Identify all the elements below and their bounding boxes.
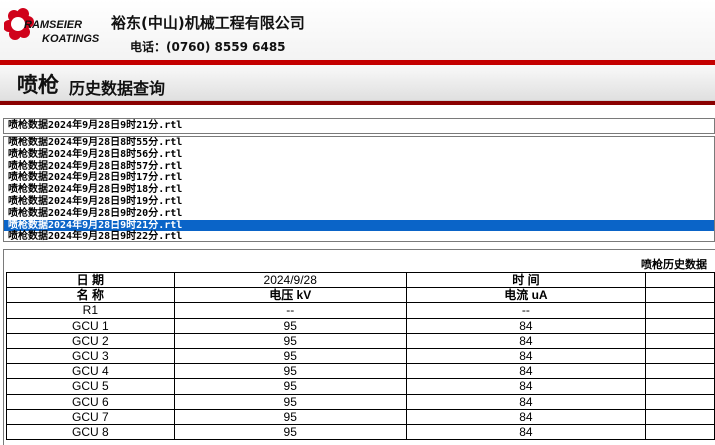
date-value: 2024/9/28 [173,271,407,289]
table-row: GCU 6 95 84 [6,393,715,410]
file-select-current[interactable]: 喷枪数据2024年9月28日9时21分.rtl [3,118,715,134]
row-voltage-cell: 95 [173,408,407,425]
column-header-name: 名 称 [6,287,175,304]
row-current-cell: 84 [405,347,647,365]
row-voltage-cell: 95 [173,393,407,410]
table-row: GCU 7 95 84 [6,408,715,425]
time-label: 时 间 [405,271,647,289]
row-current-cell: 84 [405,363,647,380]
row-voltage-cell: -- [173,302,407,319]
page-subtitle: 历史数据查询 [69,79,166,98]
logo-text-line2: KOATINGS [42,33,100,45]
logo-emblem-icon [4,8,34,40]
file-list-item[interactable]: 喷枪数据2024年9月28日9时17分.rtl [4,172,714,184]
row-name-cell: GCU 6 [6,393,175,410]
row-current-cell: 84 [405,408,647,425]
report-panel: 喷枪历史数据 日 期 2024/9/28 时 间 名 称 电压 kV 电流 uA… [3,249,715,445]
row-current-cell: 84 [405,423,647,441]
title-divider [0,101,715,105]
report-title: 喷枪历史数据 [641,258,707,271]
row-voltage-cell: 95 [173,378,407,395]
company-name: 裕东(中山)机械工程有限公司 [111,14,305,32]
history-data-table: 日 期 2024/9/28 时 间 名 称 电压 kV 电流 uA R1 -- --… [6,271,715,441]
file-list-item[interactable]: 喷枪数据2024年9月28日8时56分.rtl [4,149,714,161]
table-row: GCU 1 95 84 [6,317,715,334]
column-header-extra [645,287,715,304]
row-name-cell: GCU 8 [6,423,175,441]
app-header: RAMSEIER KOATINGS 裕东(中山)机械工程有限公司 电话：(076… [0,0,715,60]
file-list-item[interactable]: 喷枪数据2024年9月28日9时21分.rtl [4,219,714,232]
table-header-row: 名 称 电压 kV 电流 uA [6,287,715,304]
row-extra-cell [645,302,715,319]
column-header-voltage: 电压 kV [173,287,407,304]
page-title-bar: 喷枪 历史数据查询 [0,65,715,101]
row-name-cell: GCU 3 [6,347,175,365]
row-voltage-cell: 95 [173,363,407,380]
table-date-row: 日 期 2024/9/28 时 间 [6,271,715,289]
row-name-cell: GCU 4 [6,363,175,380]
row-extra-cell [645,347,715,365]
logo-text-line1: RAMSEIER [24,19,83,31]
row-extra-cell [645,332,715,349]
row-current-cell: 84 [405,378,647,395]
row-extra-cell [645,393,715,410]
row-voltage-cell: 95 [173,423,407,441]
row-voltage-cell: 95 [173,317,407,334]
row-voltage-cell: 95 [173,332,407,349]
row-extra-cell [645,408,715,425]
row-current-cell: 84 [405,393,647,410]
row-current-cell: 84 [405,317,647,334]
table-row: GCU 3 95 84 [6,347,715,365]
table-row: GCU 5 95 84 [6,378,715,395]
date-label: 日 期 [6,271,175,289]
table-row: GCU 4 95 84 [6,363,715,380]
time-value [645,271,715,289]
file-list-item[interactable]: 喷枪数据2024年9月28日9时18分.rtl [4,184,714,196]
row-extra-cell [645,317,715,334]
row-name-cell: GCU 1 [6,317,175,334]
row-name-cell: GCU 5 [6,378,175,395]
file-listbox[interactable]: 喷枪数据2024年9月28日8时55分.rtl 喷枪数据2024年9月28日8时5… [3,136,715,242]
file-list-item[interactable]: 喷枪数据2024年9月28日8时57分.rtl [4,161,714,173]
file-list-item[interactable]: 喷枪数据2024年9月28日9时20分.rtl [4,208,714,220]
row-name-cell: GCU 2 [6,332,175,349]
table-row: R1 -- -- [6,302,715,319]
row-extra-cell [645,363,715,380]
company-phone: 电话：(0760) 8559 6485 [130,40,286,54]
page-title: 喷枪 [17,73,59,97]
row-current-cell: -- [405,302,647,319]
row-name-cell: GCU 7 [6,408,175,425]
file-list-item[interactable]: 喷枪数据2024年9月28日8时55分.rtl [4,137,714,149]
company-logo: RAMSEIER KOATINGS [4,6,104,56]
file-list-item[interactable]: 喷枪数据2024年9月28日9时22分.rtl [4,231,714,241]
row-extra-cell [645,423,715,441]
table-row: GCU 8 95 84 [6,423,715,441]
row-current-cell: 84 [405,332,647,349]
file-list-item[interactable]: 喷枪数据2024年9月28日9时19分.rtl [4,196,714,208]
column-header-current: 电流 uA [405,287,647,304]
row-voltage-cell: 95 [173,347,407,365]
table-row: GCU 2 95 84 [6,332,715,349]
row-extra-cell [645,378,715,395]
row-name-cell: R1 [6,302,175,319]
